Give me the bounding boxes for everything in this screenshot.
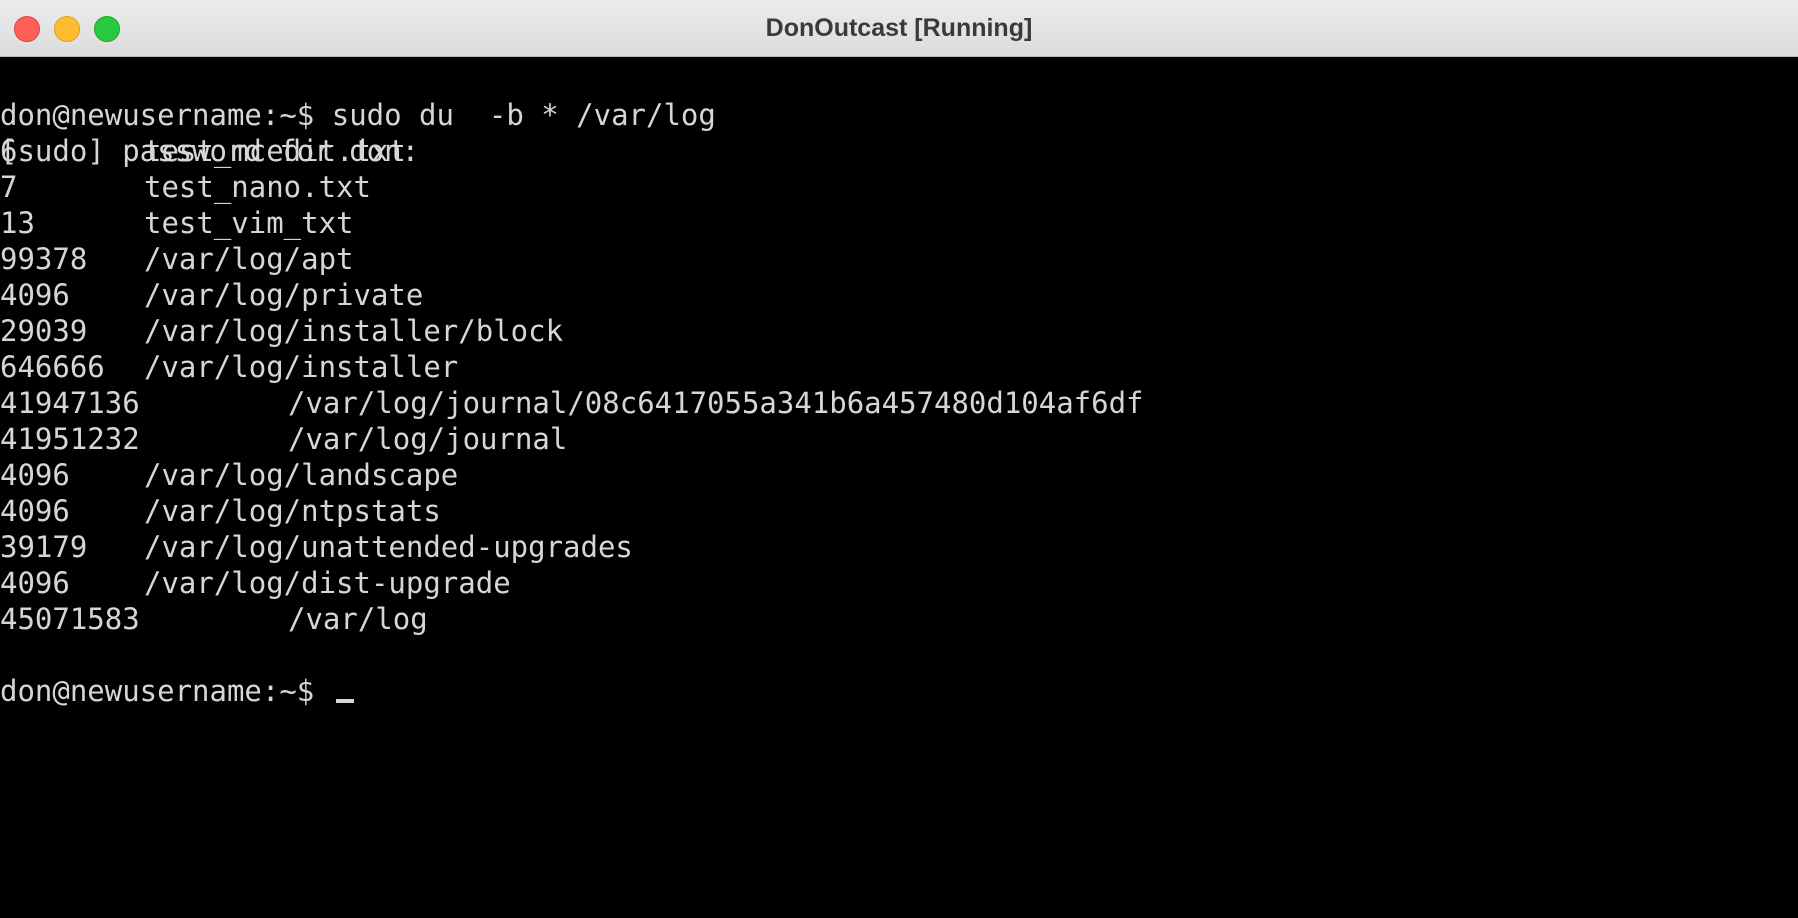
du-output-row: 4096/var/log/dist-upgrade [0,565,1798,601]
prompt-text: don@newusername:~$ [0,674,315,708]
du-size-value: 41947136 [0,386,140,420]
du-size-value: 41951232 [0,422,140,456]
du-output-row: 41951232/var/log/journal [0,421,1798,457]
du-output-row: 4096/var/log/landscape [0,457,1798,493]
du-size-value: 39179 [0,530,88,564]
du-size-value: 4096 [0,458,70,492]
du-size-value: 4096 [0,278,70,312]
du-path-value: test_vim_txt [144,206,354,240]
du-output-row: 6 test_mcedit.txt [0,133,1798,169]
du-path-value: /var/log/dist-upgrade [144,566,511,600]
du-output-row: 646666/var/log/installer [0,349,1798,385]
text-cursor [335,699,354,703]
du-path-value: /var/log/installer [144,350,459,384]
du-size-value: 4096 [0,566,70,600]
du-path-value: /var/log/journal [288,422,568,456]
du-size-value: 13 [0,206,35,240]
du-path-value: /var/log/installer/block [144,314,564,348]
du-output-row: 45071583/var/log [0,601,1798,637]
terminal-screen[interactable]: don@newusername:~$ sudo du -b * /var/log… [0,57,1798,918]
du-path-value: /var/log/journal/08c6417055a341b6a457480… [288,386,1144,420]
du-output-row: 13 test_vim_txt [0,205,1798,241]
du-output-row: 4096/var/log/ntpstats [0,493,1798,529]
du-size-value: 4096 [0,494,70,528]
du-path-value: test_nano.txt [144,170,371,204]
du-size-value: 646666 [0,350,105,384]
title-bar[interactable]: DonOutcast [Running] [0,0,1798,57]
du-size-value: 29039 [0,314,88,348]
du-path-value: /var/log [288,602,428,636]
vm-window: DonOutcast [Running] don@newusername:~$ … [0,0,1798,918]
du-path-value: test_mcedit.txt [144,134,406,168]
du-path-value: /var/log/apt [144,242,354,276]
du-size-value: 7 [0,170,18,204]
du-path-value: /var/log/landscape [144,458,459,492]
du-output-row: 99378/var/log/apt [0,241,1798,277]
du-output-row: 7 test_nano.txt [0,169,1798,205]
prompt-line: don@newusername:~$ [0,637,1798,708]
du-output: 6 test_mcedit.txt 7 test_nano.txt 13 test_vim… [0,133,1798,637]
du-path-value: /var/log/private [144,278,424,312]
du-output-row: 39179/var/log/unattended-upgrades [0,529,1798,565]
du-output-row: 29039/var/log/installer/block [0,313,1798,349]
du-size-value: 99378 [0,242,88,276]
du-size-value: 45071583 [0,602,140,636]
du-size-value: 6 [0,134,18,168]
window-title: DonOutcast [Running] [765,14,1033,42]
du-path-value: /var/log/ntpstats [144,494,441,528]
sudo-prompt-line: [sudo] password for don: [0,97,1798,168]
du-output-row: 41947136/var/log/journal/08c6417055a341b… [0,385,1798,421]
command-line: don@newusername:~$ sudo du -b * /var/log [0,61,1798,132]
du-output-row: 4096/var/log/private [0,277,1798,313]
du-path-value: /var/log/unattended-upgrades [144,530,633,564]
